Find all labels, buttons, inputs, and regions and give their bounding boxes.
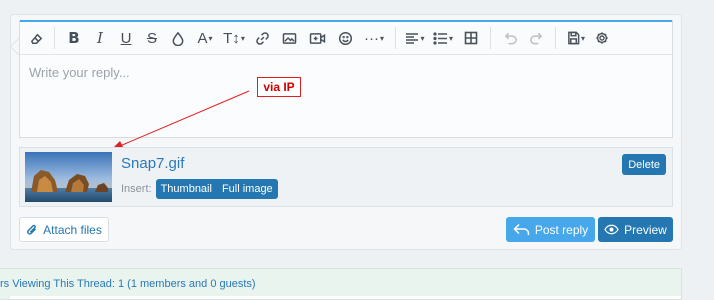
underline-icon[interactable]: U xyxy=(113,26,139,50)
delete-attachment-button[interactable]: Delete xyxy=(622,154,666,175)
thread-viewers-text: rs Viewing This Thread: 1 (1 members and… xyxy=(0,278,256,290)
annotation-label: via IP xyxy=(257,77,301,97)
insert-thumbnail-button[interactable]: Thumbnail xyxy=(156,179,217,199)
redo-icon[interactable] xyxy=(523,26,549,50)
media-icon[interactable] xyxy=(303,26,331,50)
toolbar-divider xyxy=(555,27,556,49)
strikethrough-icon[interactable]: S xyxy=(139,26,165,50)
image-icon[interactable] xyxy=(275,26,303,50)
drafts-icon[interactable]: ▾ xyxy=(562,26,590,50)
viewers-divider xyxy=(10,296,681,299)
font-icon[interactable]: A ▾ xyxy=(191,26,219,50)
reply-editor: B I U S A ▾ T↕ ▾ ··· ▾ ▾ ▾ ▾ Write your … xyxy=(19,20,673,138)
list-icon[interactable]: ▾ xyxy=(428,26,458,50)
color-icon[interactable] xyxy=(165,26,191,50)
more-icon[interactable]: ··· ▾ xyxy=(359,26,389,50)
thread-viewers-block: rs Viewing This Thread: 1 (1 members and… xyxy=(0,268,682,300)
bold-icon[interactable]: B xyxy=(61,26,87,50)
attachment-thumbnail[interactable] xyxy=(25,152,112,202)
attachment-item: Snap7.gif Insert: Thumbnail Full image D… xyxy=(19,147,673,207)
attach-files-label: Attach files xyxy=(43,222,102,237)
preview-label: Preview xyxy=(624,222,667,237)
toolbar-divider xyxy=(54,27,55,49)
reply-icon xyxy=(513,223,530,236)
align-icon[interactable]: ▾ xyxy=(402,26,428,50)
preview-button[interactable]: Preview xyxy=(598,217,673,242)
paperclip-icon xyxy=(26,223,38,237)
italic-icon[interactable]: I xyxy=(87,26,113,50)
smilie-icon[interactable] xyxy=(331,26,359,50)
insert-button-group: Thumbnail Full image xyxy=(155,179,278,199)
insert-full-image-button[interactable]: Full image xyxy=(217,179,278,199)
link-icon[interactable] xyxy=(249,26,275,50)
reply-textarea[interactable]: Write your reply... xyxy=(20,56,672,137)
font-size-icon[interactable]: T↕ ▾ xyxy=(219,26,249,50)
post-reply-label: Post reply xyxy=(534,222,589,237)
undo-icon[interactable] xyxy=(497,26,523,50)
settings-icon[interactable] xyxy=(590,26,614,50)
attach-files-button[interactable]: Attach files xyxy=(19,217,109,242)
insert-controls: Insert: Thumbnail Full image xyxy=(121,179,278,199)
toolbar-divider xyxy=(395,27,396,49)
eye-icon xyxy=(604,224,619,235)
table-icon[interactable] xyxy=(458,26,484,50)
toolbar-divider xyxy=(490,27,491,49)
insert-label: Insert: xyxy=(121,183,152,195)
eraser-icon[interactable] xyxy=(24,26,48,50)
editor-toolbar: B I U S A ▾ T↕ ▾ ··· ▾ ▾ ▾ ▾ xyxy=(20,22,672,55)
attachment-filename[interactable]: Snap7.gif xyxy=(121,155,184,172)
post-reply-button[interactable]: Post reply xyxy=(506,217,595,242)
